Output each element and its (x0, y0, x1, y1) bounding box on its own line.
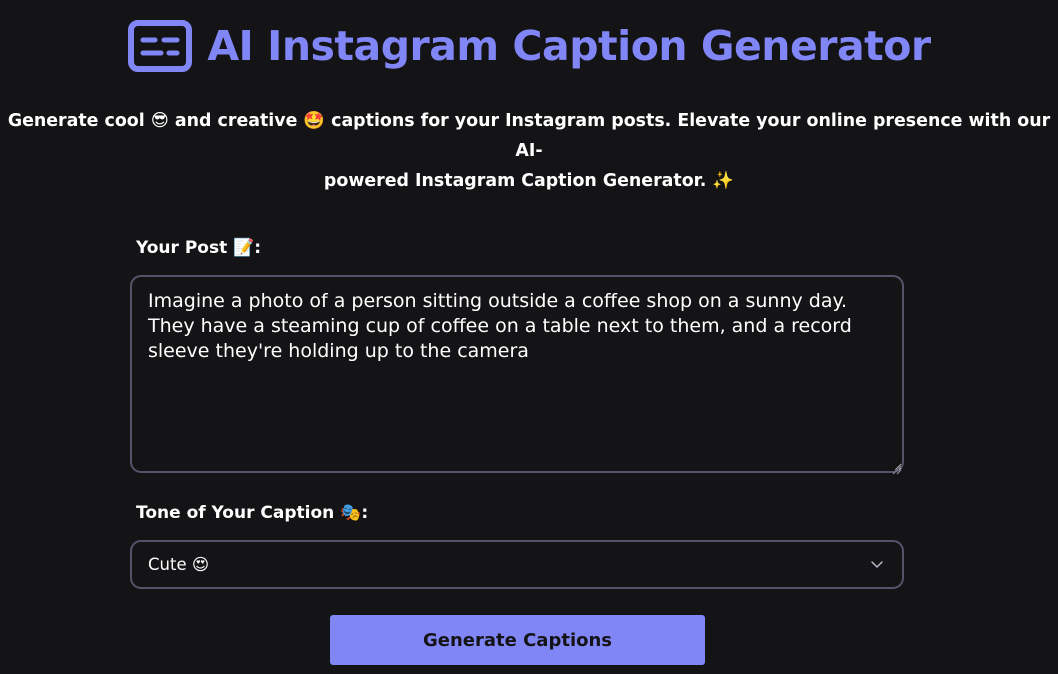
description-line-2: powered Instagram Caption Generator. ✨ (323, 171, 735, 191)
chevron-down-icon (870, 558, 884, 572)
tone-select[interactable]: Cute 😍 (130, 540, 904, 589)
header: AI Instagram Caption Generator (0, 18, 1058, 74)
caption-icon (127, 18, 193, 74)
page-title: AI Instagram Caption Generator (207, 22, 931, 70)
post-label: Your Post 📝: (136, 238, 262, 258)
page-description: Generate cool 😎 and creative 🤩 captions … (0, 106, 1058, 196)
tone-label: Tone of Your Caption 🎭: (136, 503, 369, 523)
post-textarea[interactable]: Imagine a photo of a person sitting outs… (130, 275, 904, 473)
resize-handle-icon[interactable] (892, 460, 902, 475)
tone-select-value: Cute 😍 (148, 555, 210, 574)
generate-captions-button[interactable]: Generate Captions (330, 615, 705, 665)
description-line-1: Generate cool 😎 and creative 🤩 captions … (7, 111, 1051, 161)
page: AI Instagram Caption Generator Generate … (0, 0, 1058, 674)
